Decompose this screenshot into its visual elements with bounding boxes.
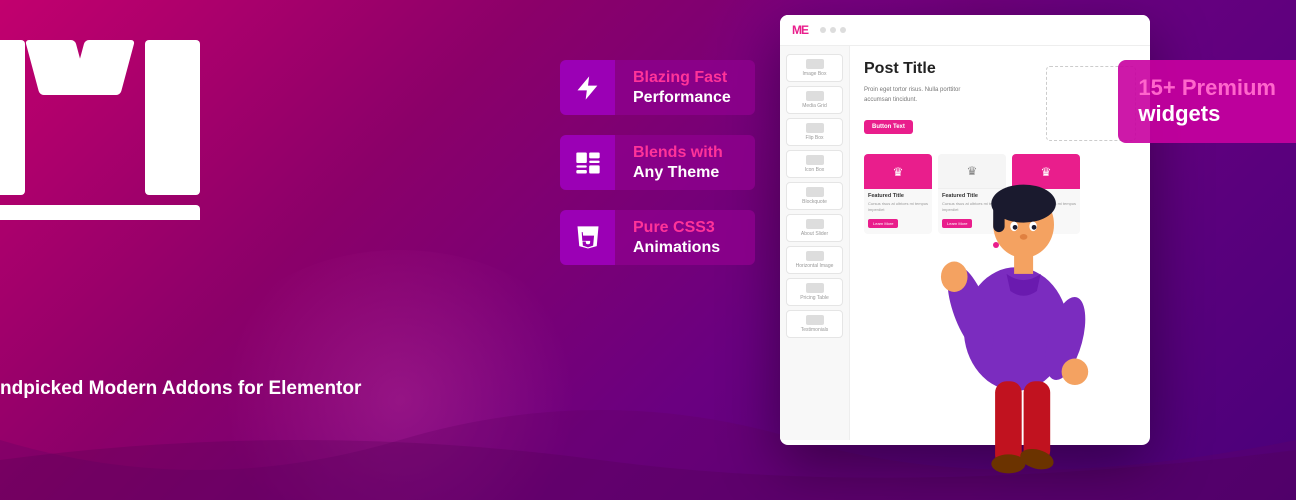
css3-icon xyxy=(574,224,602,252)
widget-about-slider: About Slider xyxy=(786,214,843,242)
me-logo-svg xyxy=(0,40,250,220)
mockup-header-dots xyxy=(820,27,846,33)
widget-flip-box: Flip Box xyxy=(786,118,843,146)
lightning-icon xyxy=(574,74,602,102)
character-svg xyxy=(916,120,1116,500)
widget-blockquote: Blockquote xyxy=(786,182,843,210)
widget-media-grid: Media Grid xyxy=(786,86,843,114)
feature-label-3: Pure CSS3 Animations xyxy=(615,210,755,264)
feature-badge-3: Pure CSS3 Animations xyxy=(560,210,755,265)
feature-label-2: Blends with Any Theme xyxy=(615,135,755,189)
premium-text: 15+ Premium widgets xyxy=(1138,75,1276,128)
widget-image-box: Image Box xyxy=(786,54,843,82)
feature-icon-1 xyxy=(560,60,615,115)
character-illustration xyxy=(916,120,1116,500)
crown-icon-1: ♛ xyxy=(893,165,904,179)
mockup-logo: ME xyxy=(792,23,808,37)
logo-section xyxy=(0,40,250,225)
mockup-header: ME xyxy=(780,15,1150,46)
feature-label-1: Blazing Fast Performance xyxy=(615,60,755,114)
feature-badge-1: Blazing Fast Performance xyxy=(560,60,755,115)
feature-icon-2 xyxy=(560,135,615,190)
premium-panel: 15+ Premium widgets xyxy=(1118,60,1296,143)
banner: ndpicked Modern Addons for Elementor Bla… xyxy=(0,0,1296,500)
feature-badge-2: Blends with Any Theme xyxy=(560,135,755,190)
features-section: Blazing Fast Performance xyxy=(560,60,755,265)
mockup-content-desc: Proin eget tortor risus. Nulla porttitor… xyxy=(864,86,984,105)
feat-card-link-1: Learn More xyxy=(868,219,898,228)
feature-icon-3 xyxy=(560,210,615,265)
widget-icon-box: Icon Box xyxy=(786,150,843,178)
widget-testimonials: Testimonials xyxy=(786,310,843,338)
mockup-button: Button Text xyxy=(864,120,913,134)
theme-icon xyxy=(574,149,602,177)
mockup-sidebar: Image Box Media Grid Flip Box Icon Box B… xyxy=(780,46,850,440)
widget-horizontal-image: Horizontal Image xyxy=(786,246,843,274)
widget-pricing: Pricing Table xyxy=(786,278,843,306)
